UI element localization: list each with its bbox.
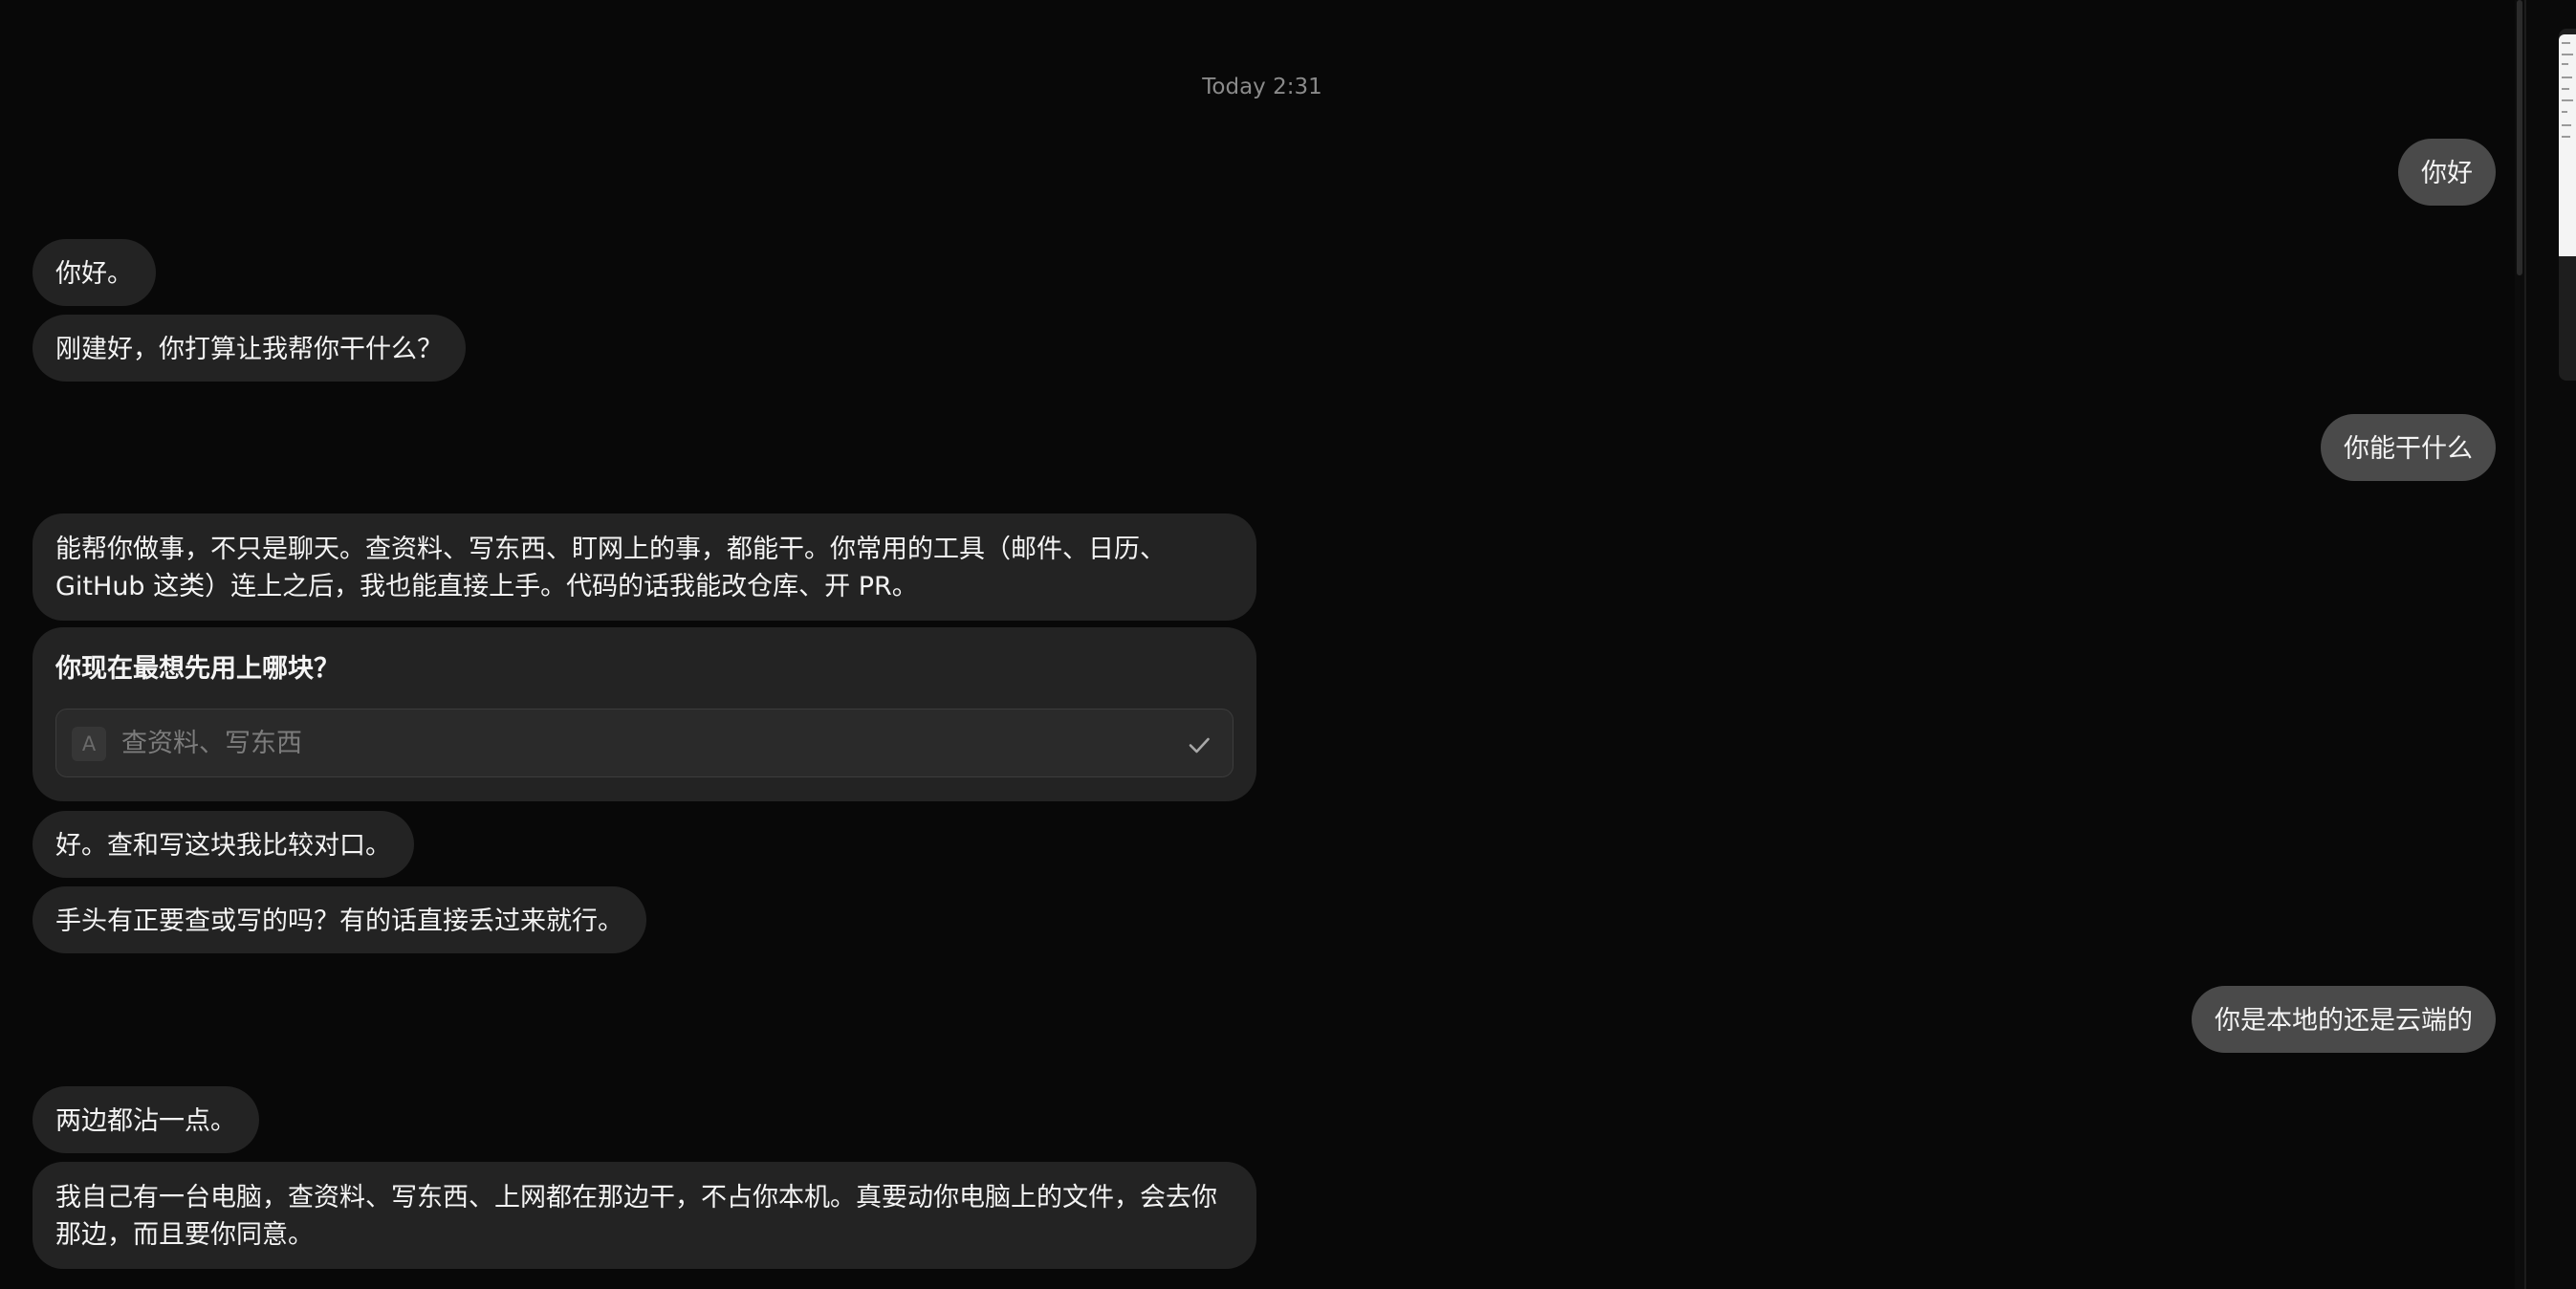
chat-transcript: Today 2:31 你好 你好。 刚建好，你打算让我帮你干什么？ 你能干什么 … [0,0,2515,1289]
assistant-message: 你好。 [33,239,156,306]
question-title: 你现在最想先用上哪块？ [55,654,339,684]
user-message: 你好 [2398,139,2496,206]
assistant-message: 能帮你做事，不只是聊天。查资料、写东西、盯网上的事，都能干。你常用的工具（邮件、… [33,513,1256,621]
assistant-message: 两边都沾一点。 [33,1086,259,1153]
user-message: 你是本地的还是云端的 [2192,986,2496,1053]
assistant-message: 手头有正要查或写的吗？有的话直接丢过来就行。 [33,886,646,953]
page-preview-thumbnail[interactable] [2559,34,2576,256]
question-card: 你现在最想先用上哪块？ A 查资料、写东西 [33,627,1256,801]
user-message: 你能干什么 [2321,414,2496,481]
answer-option-a[interactable]: A 查资料、写东西 [55,709,1233,777]
assistant-message: 好。查和写这块我比较对口。 [33,811,414,878]
option-letter-badge: A [72,727,106,761]
check-icon [1189,737,1210,754]
option-label: 查资料、写东西 [121,729,302,758]
timestamp-text: Today 2:31 [1202,75,1322,99]
chat-scrollbar-thumb[interactable] [2517,0,2522,275]
assistant-message: 刚建好，你打算让我帮你干什么？ [33,315,466,382]
assistant-message: 我自己有一台电脑，查资料、写东西、上网都在那边干，不占你本机。真要动你电脑上的文… [33,1162,1256,1269]
